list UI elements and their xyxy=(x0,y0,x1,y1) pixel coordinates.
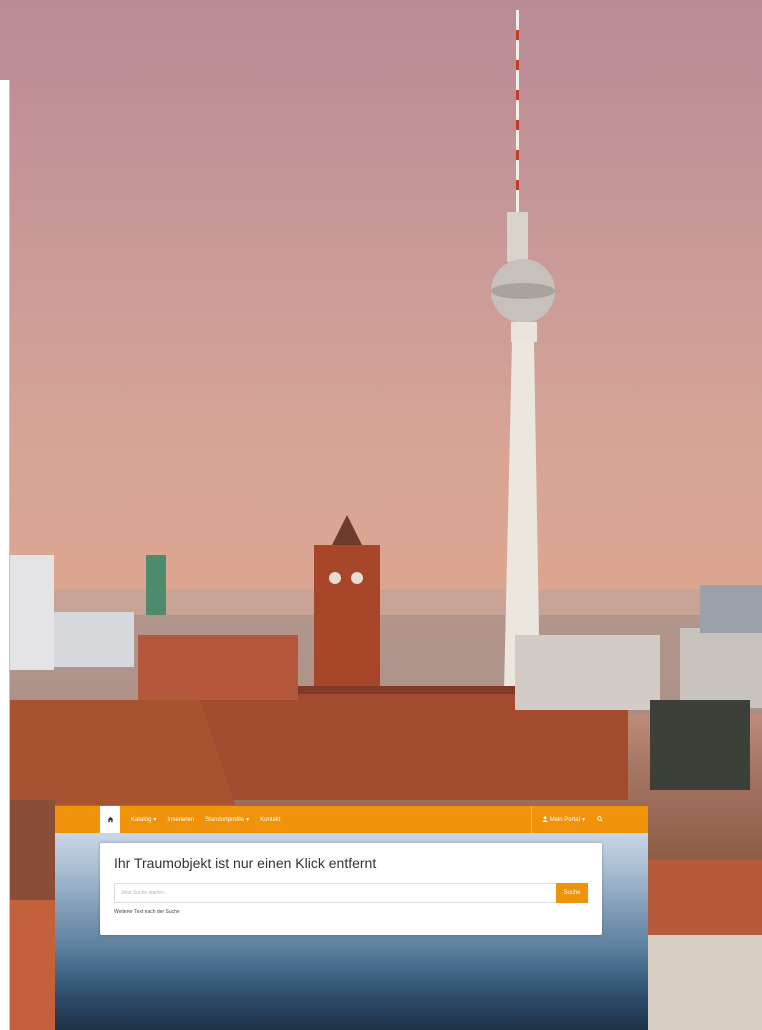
home-icon[interactable] xyxy=(100,806,120,833)
hero-title: Ihr Traumobjekt ist nur einen Klick entf… xyxy=(114,855,377,871)
nav-item-inserieren[interactable]: Inserieren xyxy=(167,817,194,823)
search-icon[interactable] xyxy=(597,815,603,824)
nav-item-label: Inserieren xyxy=(167,816,195,823)
nav-item-label: Mein Portal xyxy=(549,816,580,823)
chevron-down-icon: ▾ xyxy=(153,817,157,823)
chevron-down-icon: ▾ xyxy=(581,817,585,823)
search-button[interactable]: Suche xyxy=(556,883,588,903)
embedded-portal-screenshot: Katalog ▾ Inserieren Standortprofile ▾ K… xyxy=(55,806,648,1030)
nav-item-standortprofile[interactable]: Standortprofile ▾ xyxy=(205,816,250,824)
nav-right-group: Mein Portal ▾ xyxy=(530,806,648,833)
search-input[interactable] xyxy=(114,883,556,903)
nav-item-mein-portal[interactable]: Mein Portal ▾ xyxy=(542,815,585,824)
chevron-down-icon: ▾ xyxy=(246,817,250,823)
nav-item-kontakt[interactable]: Kontakt xyxy=(260,817,280,823)
hero-search-card: Ihr Traumobjekt ist nur einen Klick entf… xyxy=(100,843,602,935)
page-left-frame xyxy=(0,80,10,1030)
hero-subtext: Weiterer Text nach der Suche xyxy=(114,909,180,915)
hero-search-row: Suche xyxy=(114,883,588,903)
nav-item-label: Katalog xyxy=(131,816,152,823)
nav-item-label: Kontakt xyxy=(260,816,281,823)
nav-item-katalog[interactable]: Katalog ▾ xyxy=(131,816,157,824)
nav-item-label: Standortprofile xyxy=(205,816,245,823)
user-icon xyxy=(542,815,548,824)
main-navbar: Katalog ▾ Inserieren Standortprofile ▾ K… xyxy=(55,806,648,833)
nav-divider xyxy=(530,806,532,833)
